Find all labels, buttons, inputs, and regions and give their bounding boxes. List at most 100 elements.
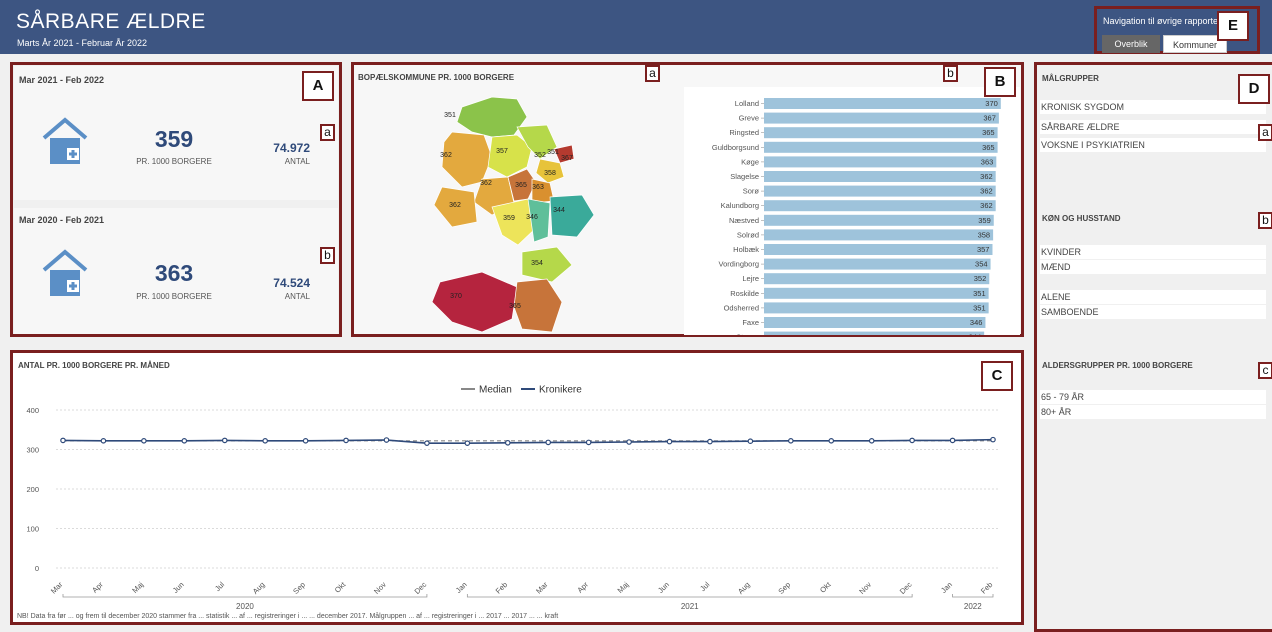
bar-category-label: Greve [739,114,759,123]
data-point [747,438,754,445]
navigation-label: Navigation til øvrige rapporter [1103,16,1222,26]
house-icon [42,249,88,296]
data-point [262,438,268,444]
bar-category-label: Roskilde [730,289,759,298]
bar-value-label: 362 [980,187,993,196]
map-label: 346 [526,214,538,221]
map-label: 362 [480,180,492,187]
marker-C: C [981,361,1013,391]
map-label: 362 [440,152,452,159]
filter-65-79[interactable]: 65 - 79 ÅR [1040,390,1266,404]
bar-category-label: Solrød [737,230,759,239]
data-point [868,438,875,444]
map-label: 367 [561,155,573,162]
map-region [513,278,563,333]
kon-husstand-title: KØN OG HUSSTAND [1042,214,1121,223]
bar [764,156,997,168]
bar [764,214,994,226]
bar [764,98,1001,109]
filter-kronisk-sygdom[interactable]: KRONISK SYGDOM [1040,100,1266,114]
page-subtitle: Marts År 2021 - Februar År 2022 [17,38,148,48]
map-region [549,194,595,238]
overblik-button[interactable]: Overblik [1102,35,1160,53]
bar [764,287,989,299]
filter-kvinder[interactable]: KVINDER [1040,245,1266,259]
filter-alene[interactable]: ALENE [1040,290,1266,304]
bar-value-label: 365 [982,143,995,152]
data-point [585,439,592,446]
bar-category-label: Næstved [729,216,759,225]
x-tick-label: Okt [818,579,833,594]
x-tick-label: Aug [251,580,267,596]
bar-value-label: 351 [973,289,986,298]
x-tick-label: Maj [130,580,145,595]
bar-category-label: Odsherred [724,303,759,312]
x-tick-label: Mar [534,580,550,596]
bar [764,112,999,124]
x-tick-label: Jun [171,580,186,595]
monthly-trend-panel: ANTAL PR. 1000 BORGERE PR. MÅNED 400 300 2… [10,350,1024,625]
map-label: 352 [534,152,546,159]
bar [764,141,998,153]
year-label: 2021 [681,602,699,611]
data-point [221,437,228,444]
bar-value-label: 358 [978,230,991,239]
year-label: 2020 [236,602,254,611]
data-point [707,438,713,445]
marker-D-b: b [1258,212,1272,229]
data-point [60,437,66,444]
bar-value-label: 344 [969,333,982,335]
filter-samboende[interactable]: SAMBOENDE [1040,305,1266,319]
bar-category-label: Lolland [735,99,759,108]
bar [764,185,996,197]
filter-voksne-psykiatrien[interactable]: VOKSNE I PSYKIATRIEN [1040,138,1266,152]
data-point [383,437,390,443]
kpi-count-label-current: ANTAL [284,157,310,166]
map-label: 358 [544,170,556,177]
bar-category-label: Faxe [742,318,759,327]
bar [764,273,990,285]
monthly-trend-chart: 400 300 200 100 0 Median Kronikere Mar Apr Maj Jun… [26,385,998,611]
marker-D: D [1238,74,1270,104]
x-tick-label: Jul [213,580,226,593]
bar-chart-area: Lolland 370 Greve 367 Ringsted 365 Guldborgsun… [684,87,1020,343]
x-tick-label: Apr [90,580,105,595]
filter-saarbare-aeldre[interactable]: SÅRBARE ÆLDRE [1040,120,1266,134]
kpi-card-current: Mar 2021 - Feb 2022 359 PR. 1000 BORGERE… [14,66,338,200]
bar-category-label: Slagelse [730,172,759,181]
legend-label-median: Median [479,385,512,396]
house-icon [42,117,88,164]
map-label: 351 [444,112,456,119]
kpi-value-label-current: PR. 1000 BORGERE [136,157,212,166]
map-label: 359 [503,215,515,222]
bar-category-label: Holbæk [733,245,759,254]
x-tick-label: Sep [291,580,307,596]
data-point [141,438,147,444]
bar-category-label: Stevns [736,333,759,335]
map-region [456,96,528,138]
data-point [424,440,430,446]
map-label: 365 [509,303,521,310]
map-region [431,271,518,333]
marker-D-c: c [1258,362,1272,379]
filter-80-plus[interactable]: 80+ ÅR [1040,405,1266,419]
data-point [181,438,188,444]
map-label: 362 [449,202,461,209]
map-label: 354 [531,260,543,267]
bar-value-label: 351 [973,303,986,312]
bar-category-label: Køge [741,157,759,166]
x-tick-label: Jan [939,580,954,595]
data-point [626,439,632,445]
bar-category-label: Sorø [743,187,760,196]
y-tick-label: 200 [26,485,39,494]
year-bracket [952,594,994,598]
y-tick-label: 300 [26,446,39,455]
bar [764,171,996,182]
kpi-value-current: 359 [154,126,194,152]
data-point [464,440,471,446]
x-tick-label: Apr [575,580,590,595]
filter-maend[interactable]: MÆND [1040,260,1266,274]
data-point [828,438,835,444]
data-point [949,437,956,444]
legend-label-kronikere: Kronikere [539,385,582,396]
